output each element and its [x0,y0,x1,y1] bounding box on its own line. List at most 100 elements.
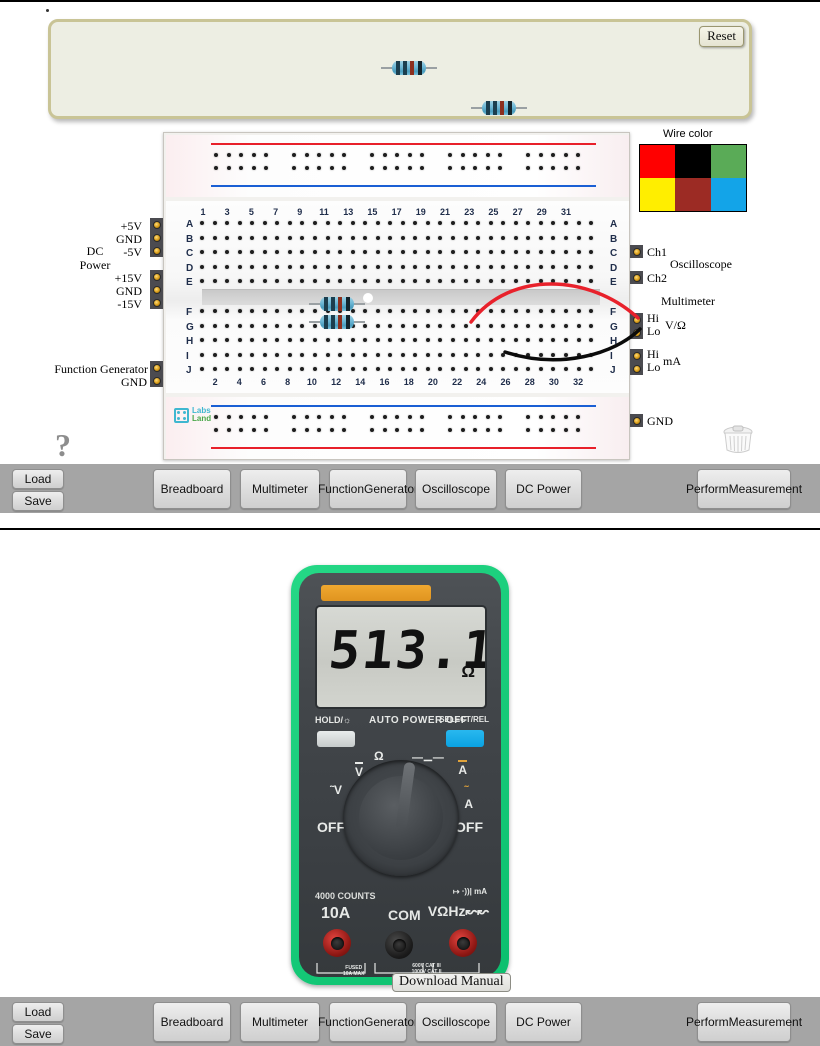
breadboard-hole[interactable] [338,338,343,342]
rail-hole[interactable] [576,153,581,157]
tab-multimeter-2[interactable]: Multimeter [240,1002,320,1042]
breadboard-hole[interactable] [325,338,330,342]
wire-swatch-brown[interactable] [675,178,711,211]
load-button-2[interactable]: Load [12,1002,64,1022]
breadboard-hole[interactable] [589,309,594,313]
rail-hole[interactable] [526,428,530,432]
breadboard-hole[interactable] [212,279,217,283]
rail-hole[interactable] [239,415,244,419]
breadboard-hole[interactable] [451,235,455,240]
breadboard-hole[interactable] [388,323,393,328]
breadboard-hole[interactable] [589,250,594,254]
breadboard-hole[interactable] [576,338,581,342]
breadboard-hole[interactable] [576,250,581,254]
breadboard-hole[interactable] [589,367,594,371]
breadboard-hole[interactable] [563,352,568,357]
breadboard-hole[interactable] [350,352,355,357]
breadboard-hole[interactable] [476,279,481,283]
rail-hole[interactable] [329,153,334,157]
breadboard-hole[interactable] [363,279,368,283]
rail-hole[interactable] [395,428,400,432]
breadboard-hole[interactable] [237,309,242,313]
breadboard-bottom-rail[interactable]: Labs Land [166,397,629,459]
wire-swatch-black[interactable] [675,145,711,178]
breadboard-hole[interactable] [488,352,493,357]
rail-hole[interactable] [498,153,503,157]
breadboard-hole[interactable] [513,309,518,313]
rail-hole[interactable] [538,166,543,170]
breadboard-hole[interactable] [300,338,305,342]
breadboard-hole[interactable] [476,367,481,371]
breadboard-hole[interactable] [275,221,280,225]
jack-multimeter-ma-hi[interactable] [630,349,643,362]
rail-hole[interactable] [538,415,543,419]
breadboard-hole[interactable] [413,367,418,371]
breadboard-hole[interactable] [589,235,594,240]
rail-hole[interactable] [264,166,269,170]
breadboard-hole[interactable] [212,309,217,313]
breadboard-hole[interactable] [300,235,305,240]
breadboard-hole[interactable] [388,221,393,225]
breadboard-hole[interactable] [200,352,204,357]
rail-hole[interactable] [563,166,568,170]
breadboard-hole[interactable] [476,338,481,342]
breadboard-hole[interactable] [413,338,418,342]
rail-hole[interactable] [551,153,556,157]
breadboard-hole[interactable] [388,309,393,313]
breadboard-hole[interactable] [287,338,292,342]
breadboard-hole[interactable] [262,338,267,342]
rail-hole[interactable] [304,153,309,157]
breadboard-hole[interactable] [538,250,543,254]
breadboard-hole[interactable] [300,309,305,313]
breadboard-hole[interactable] [275,235,280,240]
rail-hole[interactable] [329,428,334,432]
breadboard-hole[interactable] [413,309,418,313]
breadboard-hole[interactable] [262,309,267,313]
breadboard-hole[interactable] [538,352,543,357]
rail-hole[interactable] [448,153,452,157]
breadboard-hole[interactable] [375,323,380,328]
rail-hole[interactable] [576,428,581,432]
breadboard-hole[interactable] [501,323,506,328]
rail-hole[interactable] [538,428,543,432]
breadboard-hole[interactable] [551,279,556,283]
breadboard-hole[interactable] [287,279,292,283]
breadboard-hole[interactable] [438,235,443,240]
breadboard-hole[interactable] [225,309,230,313]
component-tray[interactable]: Reset [48,19,752,119]
breadboard-hole[interactable] [200,309,204,313]
rail-hole[interactable] [473,415,478,419]
breadboard-hole[interactable] [375,250,380,254]
breadboard-hole[interactable] [538,264,543,269]
breadboard-hole[interactable] [300,352,305,357]
breadboard-hole[interactable] [413,250,418,254]
breadboard-hole[interactable] [312,235,317,240]
breadboard-hole[interactable] [488,250,493,254]
breadboard-hole[interactable] [451,338,455,342]
rail-hole[interactable] [473,166,478,170]
tab-breadboard-2[interactable]: Breadboard [153,1002,231,1042]
rail-hole[interactable] [292,415,296,419]
breadboard-hole[interactable] [287,221,292,225]
breadboard-hole[interactable] [413,323,418,328]
breadboard-hole[interactable] [212,264,217,269]
breadboard-hole[interactable] [488,338,493,342]
breadboard-hole[interactable] [576,264,581,269]
breadboard-hole[interactable] [551,352,556,357]
rail-hole[interactable] [214,428,218,432]
breadboard-hole[interactable] [501,309,506,313]
rail-hole[interactable] [460,415,465,419]
breadboard-hole[interactable] [576,367,581,371]
breadboard-hole[interactable] [325,264,330,269]
breadboard-main[interactable]: 1 3 5 7 9 11 13 15 17 19 21 23 25 27 29 31 ABCDE ABCDE … [166,201,629,393]
breadboard-hole[interactable] [563,309,568,313]
breadboard-hole[interactable] [425,309,430,313]
breadboard-hole[interactable] [200,235,204,240]
load-button[interactable]: Load [12,469,64,489]
breadboard-hole[interactable] [576,221,581,225]
rail-hole[interactable] [226,166,231,170]
rail-hole[interactable] [382,415,387,419]
breadboard-hole[interactable] [488,235,493,240]
breadboard-hole[interactable] [237,323,242,328]
breadboard-hole[interactable] [501,367,506,371]
